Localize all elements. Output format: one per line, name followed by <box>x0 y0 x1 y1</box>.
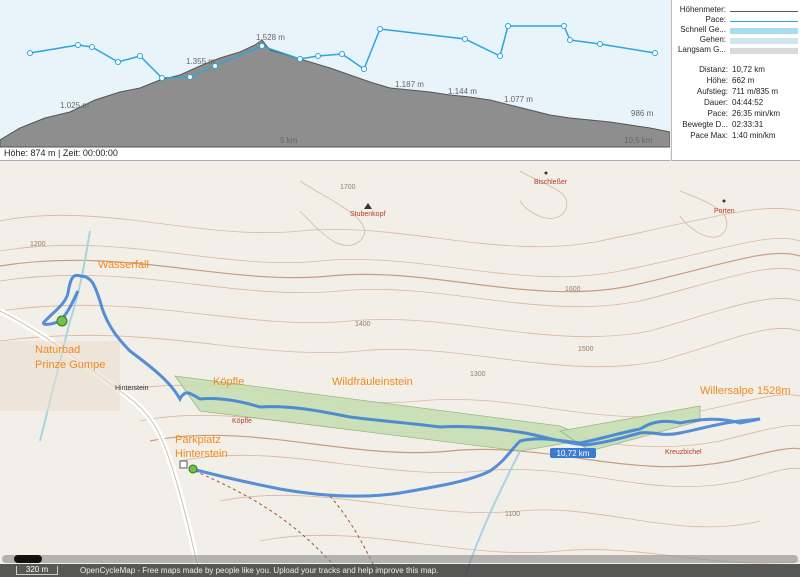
attribution-text: OpenCycleMap - Free maps made by people … <box>80 566 439 575</box>
map-scroll-thumb[interactable] <box>14 555 42 563</box>
place-label-naturbad: Naturbad <box>35 344 80 356</box>
legend-elevation: Höhenmeter: <box>672 5 800 15</box>
stat-ascent: Aufstieg: 711 m/835 m <box>672 87 800 98</box>
parking-icon <box>179 460 188 469</box>
contour-label: 1600 <box>565 286 581 293</box>
stat-key: Dauer: <box>703 98 728 107</box>
legend-swatch <box>730 21 798 22</box>
legend-slow: Langsam G... <box>672 45 800 55</box>
profile-label: 986 m <box>631 109 654 118</box>
peak-label: Kreuzbichel <box>665 449 702 456</box>
place-label-koepfle: Köpfle <box>213 376 244 388</box>
stats-panel: Höhenmeter: Pace: Schnell Ge... Gehen: L… <box>671 0 800 161</box>
legend-label: Höhenmeter: <box>679 5 726 14</box>
peak-icon <box>544 171 548 175</box>
elevation-chart[interactable]: 1.528 m 1.355 m 1.187 m 1.144 m 1.077 m … <box>0 0 670 160</box>
peak-label: Bischleßer <box>534 179 568 186</box>
stat-value: 662 m <box>732 76 755 85</box>
legend-fast: Schnell Ge... <box>672 25 800 35</box>
stat-value: 26:35 min/km <box>732 109 781 118</box>
legend-swatch <box>730 11 798 12</box>
contour-label: 1100 <box>505 511 520 518</box>
profile-label: 5 km <box>280 136 298 145</box>
place-label-prinze-gumpe: Prinze Gumpe <box>35 359 105 371</box>
legend-label: Gehen: <box>699 35 726 44</box>
profile-label: 1.144 m <box>448 87 477 96</box>
peak-icon <box>722 199 726 203</box>
profile-label: 1.528 m <box>256 33 285 42</box>
contour-label: 1500 <box>578 346 594 353</box>
stat-distance: Distanz: 10,72 km <box>672 65 800 76</box>
stat-key: Aufstieg: <box>696 87 728 96</box>
contour-label: 1700 <box>340 184 356 191</box>
legend-pace: Pace: <box>672 15 800 25</box>
legend-label: Langsam G... <box>677 45 726 54</box>
legend-swatch <box>730 28 798 34</box>
stat-value: 711 m/835 m <box>732 87 779 96</box>
stat-pace-max: Pace Max: 1:40 min/km <box>672 131 800 142</box>
profile-label: 1.187 m <box>395 80 424 89</box>
contour-label: 1200 <box>30 241 46 248</box>
place-label-wildfraeulein: Wildfräuleinstein <box>332 376 413 388</box>
legend-swatch <box>730 38 798 44</box>
stat-key: Bewegte D... <box>682 120 728 129</box>
town-label: Hinterstein <box>115 385 149 392</box>
distance-badge-label: 10,72 km <box>557 449 590 458</box>
stat-value: 02:33:31 <box>732 120 764 129</box>
place-label-willersalpe: Willersalpe 1528m <box>700 385 790 397</box>
stat-value: 10,72 km <box>732 65 765 74</box>
stat-value: 1:40 min/km <box>732 131 776 140</box>
legend-swatch <box>730 48 798 54</box>
place-label-wasserfall: Wasserfall <box>98 259 149 271</box>
contour-label: 1400 <box>355 321 371 328</box>
profile-status: Höhe: 874 m | Zeit: 00:00:00 <box>4 148 118 158</box>
topographic-map[interactable]: 1400 1500 1300 1600 1700 1100 1200 10,72… <box>0 161 800 577</box>
elevation-profile[interactable]: 1.528 m 1.355 m 1.187 m 1.144 m 1.077 m … <box>0 0 670 161</box>
profile-label: 1.355 m <box>186 57 215 66</box>
stat-key: Pace: <box>707 109 728 118</box>
stat-duration: Dauer: 04:44:52 <box>672 98 800 109</box>
end-marker[interactable] <box>188 464 198 474</box>
peak-label: Köpfle <box>232 418 252 425</box>
start-marker[interactable] <box>56 315 68 327</box>
place-label-parkplatz: Parkplatz <box>175 434 221 446</box>
profile-label: 1.077 m <box>504 95 533 104</box>
attribution-bar: 320 m OpenCycleMap - Free maps made by p… <box>0 564 800 577</box>
contour-label: 1300 <box>470 371 486 378</box>
profile-label: 1.025 m <box>60 101 89 110</box>
map-canvas[interactable]: 1400 1500 1300 1600 1700 1100 1200 10,72… <box>0 161 800 577</box>
stat-height: Höhe: 662 m <box>672 76 800 87</box>
peak-label: Porten <box>714 208 735 215</box>
stat-value: 04:44:52 <box>732 98 764 107</box>
stat-moving-time: Bewegte D... 02:33:31 <box>672 120 800 131</box>
place-label-parkplatz-hinterstein: Hinterstein <box>175 448 228 460</box>
peak-label: Stubenkopf <box>350 211 385 218</box>
stat-pace: Pace: 26:35 min/km <box>672 109 800 120</box>
stat-key: Höhe: <box>706 76 728 85</box>
stat-key: Distanz: <box>699 65 728 74</box>
stat-key: Pace Max: <box>690 131 728 140</box>
legend-label: Schnell Ge... <box>680 25 726 34</box>
map-scrollbar[interactable] <box>2 555 798 563</box>
legend-label: Pace: <box>705 15 726 24</box>
profile-label: 10,5 km <box>624 136 653 145</box>
scale-bar: 320 m <box>16 566 58 575</box>
legend-walk: Gehen: <box>672 35 800 45</box>
